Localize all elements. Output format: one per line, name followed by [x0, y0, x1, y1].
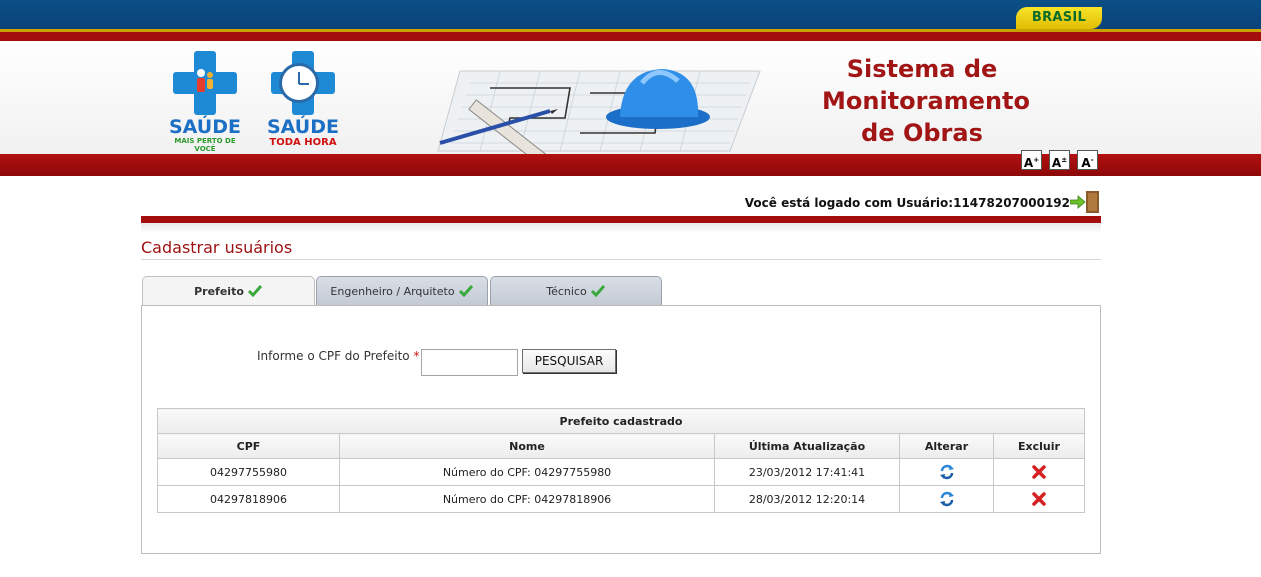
brasil-link[interactable]: BRASIL: [1016, 7, 1102, 29]
column-header-excluir: Excluir: [993, 433, 1085, 459]
delete-x-icon[interactable]: [1031, 464, 1047, 480]
health-cross-icon: [173, 51, 237, 115]
decrease-font-label: A: [1081, 156, 1091, 170]
system-title-line2: Monitoramento: [822, 87, 1031, 115]
system-title: Sistema de Monitoramento de Obras: [822, 53, 1031, 149]
header-top-band: [0, 32, 1261, 41]
check-icon: [247, 285, 263, 297]
cell-cpf: 04297755980: [157, 458, 340, 486]
check-icon: [458, 285, 473, 297]
cell-excluir: [993, 485, 1085, 513]
tab-tecnico-label: Técnico: [546, 285, 587, 298]
saude-mais-perto-logo: SAÚDE MAIS PERTO DE VOCÊ: [164, 51, 246, 153]
prefeito-table: Prefeito cadastrado CPF Nome Última Atua…: [157, 408, 1085, 513]
construction-banner-illustration: [437, 69, 761, 155]
page-title: Cadastrar usuários: [141, 238, 293, 257]
cell-ultima-atualizacao: 28/03/2012 12:20:14: [714, 485, 900, 513]
cell-excluir: [993, 458, 1085, 486]
system-title-line1: Sistema de: [846, 55, 998, 83]
cell-alterar: [899, 458, 994, 486]
logo1-name: SAÚDE: [169, 116, 241, 138]
content-top-bar: [141, 216, 1101, 223]
reset-font-button[interactable]: A±: [1049, 150, 1070, 170]
increase-font-mod: +: [1033, 156, 1040, 164]
table-caption: Prefeito cadastrado: [157, 408, 1085, 434]
increase-font-button[interactable]: A+: [1021, 150, 1042, 170]
logo1-sub: MAIS PERTO DE VOCÊ: [174, 137, 236, 153]
header: SAÚDE MAIS PERTO DE VOCÊ SAÚDE TODA HORA: [0, 41, 1261, 155]
table-row: 04297755980 Número do CPF: 04297755980 2…: [157, 458, 1085, 486]
system-title-line3: de Obras: [861, 119, 983, 147]
check-icon: [590, 285, 605, 297]
column-header-alterar: Alterar: [899, 433, 994, 459]
cell-nome: Número do CPF: 04297818906: [339, 485, 715, 513]
decrease-font-mod: -: [1090, 156, 1094, 164]
logo2-sub: TODA HORA: [269, 137, 337, 148]
header-bottom-band: [0, 154, 1261, 176]
family-icon: [197, 69, 213, 92]
search-button[interactable]: PESQUISAR: [522, 349, 616, 373]
edit-refresh-icon[interactable]: [939, 491, 955, 507]
logged-user-text: Você está logado com Usuário:11478207000…: [744, 196, 1070, 210]
column-header-ultima-atualizacao: Última Atualização: [714, 433, 900, 459]
tab-prefeito-label: Prefeito: [194, 285, 244, 298]
cell-ultima-atualizacao: 23/03/2012 17:41:41: [714, 458, 900, 486]
edit-refresh-icon[interactable]: [939, 464, 955, 480]
tab-tecnico[interactable]: Técnico: [490, 276, 662, 305]
clock-icon: [279, 63, 319, 103]
column-header-nome: Nome: [339, 433, 715, 459]
cpf-input[interactable]: [421, 349, 518, 376]
logout-icon[interactable]: [1070, 190, 1100, 214]
cell-cpf: 04297818906: [157, 485, 340, 513]
saude-toda-hora-logo: SAÚDE TODA HORA: [262, 51, 344, 148]
tab-engenheiro-arquiteto[interactable]: Engenheiro / Arquiteto: [316, 276, 488, 305]
cpf-label-text: Informe o CPF do Prefeito: [257, 349, 410, 363]
column-header-cpf: CPF: [157, 433, 340, 459]
clock-cross-icon: [271, 51, 335, 115]
logo2-name: SAÚDE: [267, 116, 339, 138]
reset-font-mod: ±: [1061, 156, 1068, 164]
reset-font-label: A: [1051, 156, 1062, 170]
decrease-font-button[interactable]: A-: [1077, 150, 1098, 170]
table-row: 04297818906 Número do CPF: 04297818906 2…: [157, 485, 1085, 513]
cpf-field-label: Informe o CPF do Prefeito *: [257, 349, 419, 363]
delete-x-icon[interactable]: [1031, 491, 1047, 507]
content-top-shade: [141, 223, 1101, 233]
cell-nome: Número do CPF: 04297755980: [339, 458, 715, 486]
cell-alterar: [899, 485, 994, 513]
tab-prefeito[interactable]: Prefeito: [142, 276, 315, 307]
required-marker: *: [413, 349, 420, 363]
increase-font-label: A: [1023, 156, 1034, 170]
tab-engenheiro-label: Engenheiro / Arquiteto: [330, 285, 455, 298]
title-divider: [141, 259, 1101, 260]
